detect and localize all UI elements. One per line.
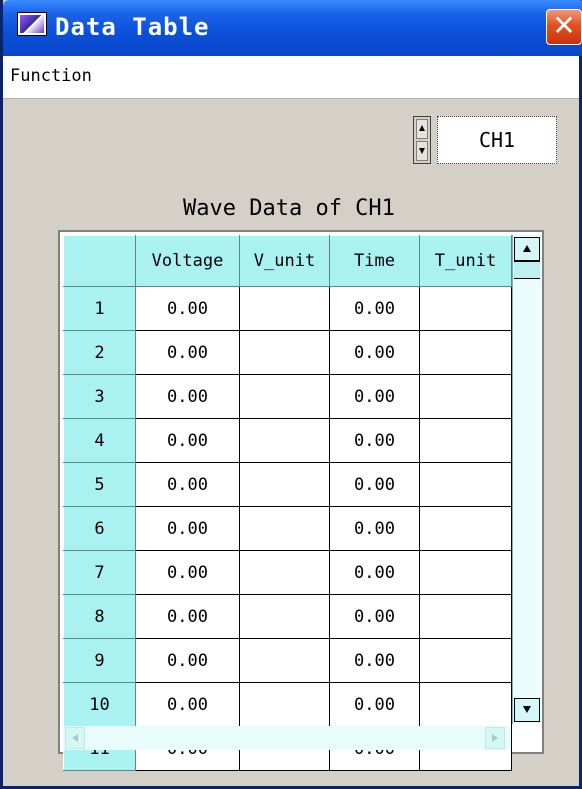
cell-t-unit[interactable]	[419, 682, 512, 727]
vertical-scrollbar[interactable]	[512, 235, 541, 724]
scroll-up-arrow-icon[interactable]	[514, 237, 540, 261]
close-button[interactable]: ✕	[546, 9, 582, 45]
vertical-scroll-thumb[interactable]	[514, 261, 540, 279]
wave-data-table: Voltage V_unit Time T_unit 1 0.00 0.00 2 0.0…	[58, 230, 544, 771]
table-row: 4 0.00 0.00	[63, 418, 512, 463]
spinner-up-arrow-icon[interactable]	[416, 119, 428, 139]
row-header-cell[interactable]: 6	[63, 506, 136, 551]
data-table-window: Data Table ✕ Function CH1 Wave Data of C…	[0, 0, 582, 789]
table-row: 2 0.00 0.00	[63, 330, 512, 375]
row-header-cell[interactable]: 10	[63, 682, 136, 727]
row-header-cell[interactable]: 4	[63, 418, 136, 463]
row-header-cell[interactable]: 5	[63, 462, 136, 507]
cell-voltage[interactable]: 0.00	[135, 638, 240, 683]
column-header-time[interactable]: Time	[329, 235, 420, 287]
cell-time[interactable]: 0.00	[329, 682, 420, 727]
app-icon	[17, 12, 47, 36]
scroll-down-arrow-icon[interactable]	[514, 698, 540, 722]
cell-v-unit[interactable]	[239, 418, 330, 463]
table-title: Wave Data of CH1	[183, 196, 395, 221]
cell-voltage[interactable]: 0.00	[135, 682, 240, 727]
window-title: Data Table	[55, 13, 210, 41]
channel-spinner[interactable]	[413, 116, 431, 164]
channel-value[interactable]: CH1	[437, 116, 557, 164]
cell-time[interactable]: 0.00	[329, 286, 420, 331]
cell-time[interactable]: 0.00	[329, 550, 420, 595]
row-header-cell[interactable]: 3	[63, 374, 136, 419]
column-header-t-unit[interactable]: T_unit	[419, 235, 512, 287]
cell-t-unit[interactable]	[419, 506, 512, 551]
cell-time[interactable]: 0.00	[329, 330, 420, 375]
table-row: 6 0.00 0.00	[63, 506, 512, 551]
cell-time[interactable]: 0.00	[329, 594, 420, 639]
cell-voltage[interactable]: 0.00	[135, 374, 240, 419]
cell-v-unit[interactable]	[239, 506, 330, 551]
spinner-down-arrow-icon[interactable]	[416, 141, 428, 161]
cell-v-unit[interactable]	[239, 682, 330, 727]
cell-voltage[interactable]: 0.00	[135, 594, 240, 639]
cell-v-unit[interactable]	[239, 330, 330, 375]
row-header-cell[interactable]: 8	[63, 594, 136, 639]
cell-t-unit[interactable]	[419, 330, 512, 375]
data-grid: Voltage V_unit Time T_unit 1 0.00 0.00 2 0.0…	[63, 235, 512, 771]
table-row: 8 0.00 0.00	[63, 594, 512, 639]
cell-t-unit[interactable]	[419, 638, 512, 683]
cell-time[interactable]: 0.00	[329, 462, 420, 507]
scroll-right-arrow-icon[interactable]	[485, 727, 505, 749]
row-header-cell[interactable]: 1	[63, 286, 136, 331]
table-row: 5 0.00 0.00	[63, 462, 512, 507]
cell-voltage[interactable]: 0.00	[135, 418, 240, 463]
cell-voltage[interactable]: 0.00	[135, 506, 240, 551]
row-header-cell[interactable]: 7	[63, 550, 136, 595]
menu-bar: Function	[3, 56, 579, 99]
table-row: 7 0.00 0.00	[63, 550, 512, 595]
menu-item-function[interactable]: Function	[10, 66, 92, 86]
corner-header-cell[interactable]	[63, 235, 136, 287]
cell-t-unit[interactable]	[419, 550, 512, 595]
cell-v-unit[interactable]	[239, 550, 330, 595]
cell-v-unit[interactable]	[239, 638, 330, 683]
cell-time[interactable]: 0.00	[329, 506, 420, 551]
cell-t-unit[interactable]	[419, 418, 512, 463]
table-row: 10 0.00 0.00	[63, 682, 512, 727]
table-row: 9 0.00 0.00	[63, 638, 512, 683]
column-header-voltage[interactable]: Voltage	[135, 235, 240, 287]
row-header-cell[interactable]: 9	[63, 638, 136, 683]
scroll-left-arrow-icon[interactable]	[65, 727, 85, 749]
cell-t-unit[interactable]	[419, 594, 512, 639]
cell-v-unit[interactable]	[239, 286, 330, 331]
table-row: 1 0.00 0.00	[63, 286, 512, 331]
horizontal-scrollbar[interactable]	[63, 726, 511, 750]
row-header-cell[interactable]: 2	[63, 330, 136, 375]
cell-time[interactable]: 0.00	[329, 418, 420, 463]
cell-v-unit[interactable]	[239, 374, 330, 419]
cell-v-unit[interactable]	[239, 594, 330, 639]
cell-t-unit[interactable]	[419, 286, 512, 331]
channel-selector[interactable]: CH1	[413, 116, 557, 166]
cell-t-unit[interactable]	[419, 374, 512, 419]
cell-t-unit[interactable]	[419, 462, 512, 507]
cell-voltage[interactable]: 0.00	[135, 462, 240, 507]
header-row: Voltage V_unit Time T_unit	[63, 235, 512, 287]
title-bar[interactable]: Data Table ✕	[3, 0, 582, 56]
cell-voltage[interactable]: 0.00	[135, 330, 240, 375]
cell-voltage[interactable]: 0.00	[135, 550, 240, 595]
cell-v-unit[interactable]	[239, 462, 330, 507]
cell-time[interactable]: 0.00	[329, 638, 420, 683]
cell-time[interactable]: 0.00	[329, 374, 420, 419]
column-header-v-unit[interactable]: V_unit	[239, 235, 330, 287]
table-row: 3 0.00 0.00	[63, 374, 512, 419]
cell-voltage[interactable]: 0.00	[135, 286, 240, 331]
